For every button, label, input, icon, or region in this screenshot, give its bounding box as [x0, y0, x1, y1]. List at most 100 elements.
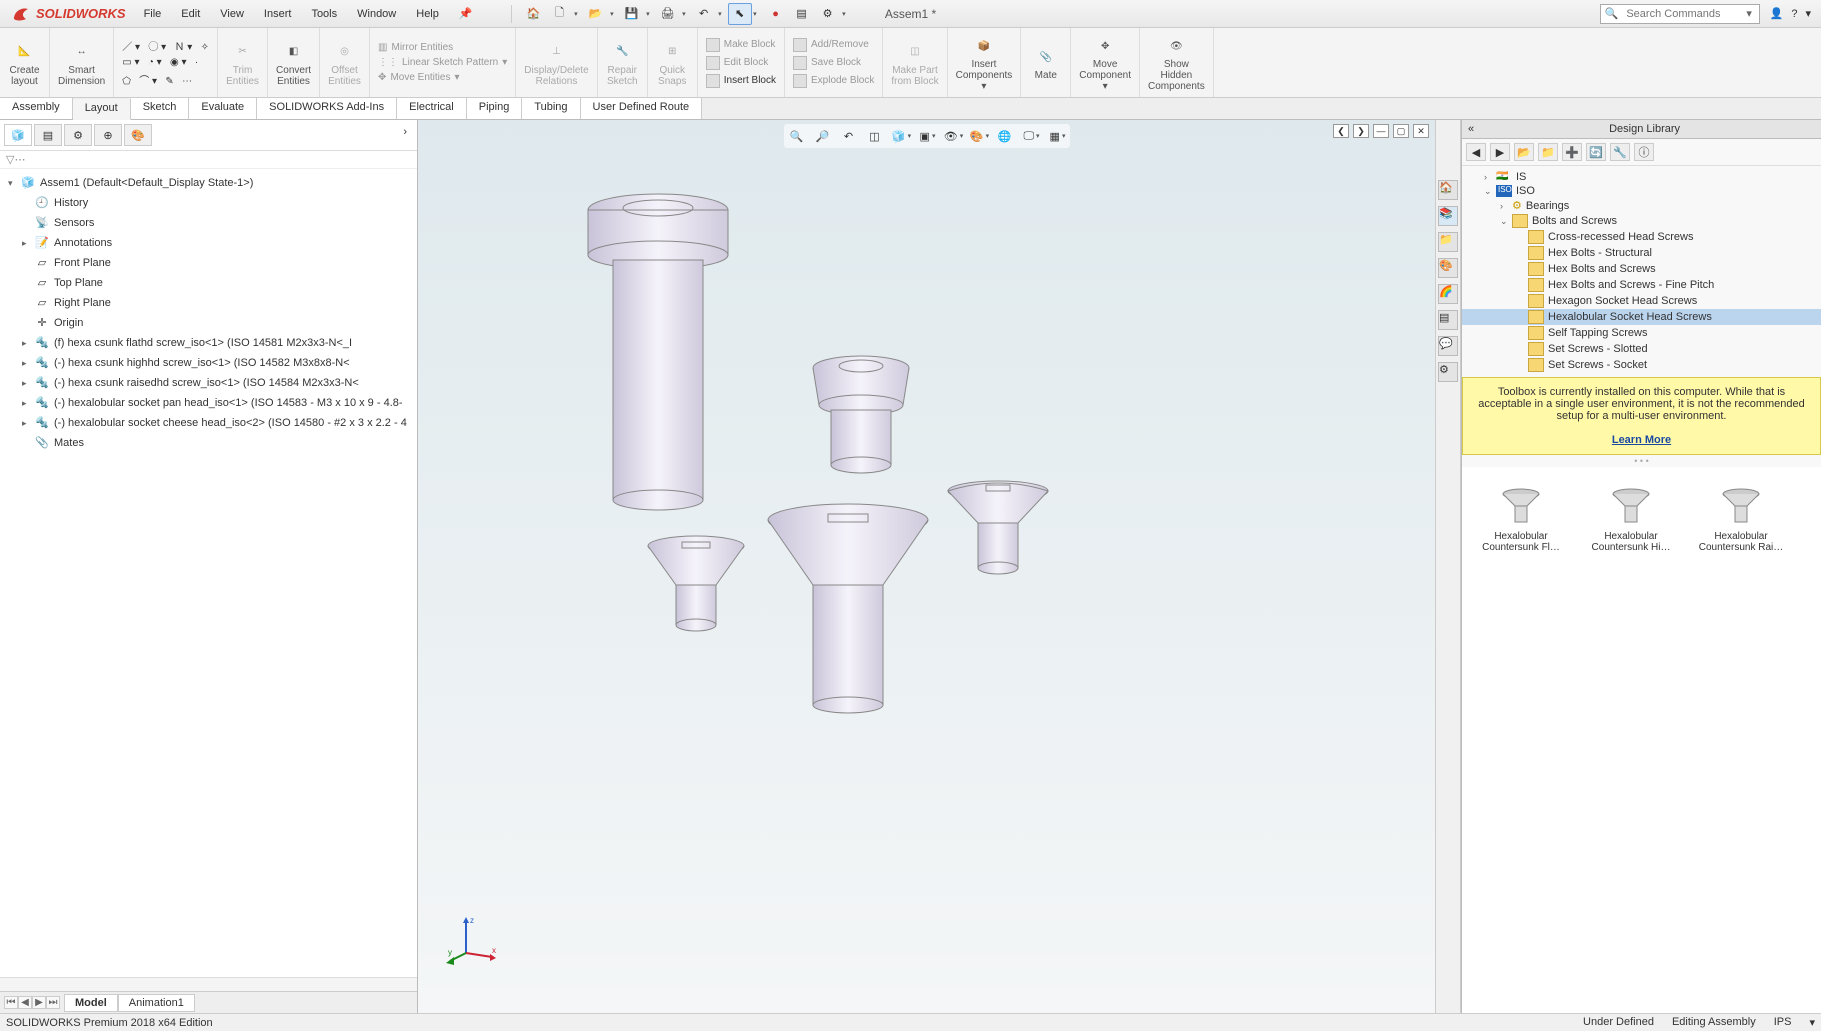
home-icon[interactable]: 🏠 — [522, 3, 546, 25]
home-tab-icon[interactable]: 🏠 — [1438, 180, 1458, 200]
win-next-icon[interactable]: ❯ — [1353, 124, 1369, 138]
tree-item[interactable]: 📡Sensors — [0, 213, 417, 233]
lib-node[interactable]: Hexalobular Socket Head Screws — [1462, 309, 1821, 325]
mate-button[interactable]: 📎Mate — [1021, 28, 1071, 97]
cmdtab-tubing[interactable]: Tubing — [522, 98, 580, 119]
tree-item[interactable]: ▸🔩(f) hexa csunk flathd screw_iso<1> (IS… — [0, 333, 417, 353]
select-icon[interactable]: ⬉ — [728, 3, 752, 25]
undo-icon[interactable]: ↶ — [692, 3, 716, 25]
help-dropdown-icon[interactable]: ▾ — [1805, 7, 1811, 20]
add-file-loc-icon[interactable]: 📂 — [1514, 143, 1534, 161]
info-icon[interactable]: ⓘ — [1634, 143, 1654, 161]
help-icon[interactable]: ? — [1791, 8, 1797, 20]
add-to-lib-icon[interactable]: ➕ — [1562, 143, 1582, 161]
lib-node[interactable]: Hex Bolts and Screws — [1462, 261, 1821, 277]
hide-show-icon[interactable]: 👁 — [942, 126, 964, 146]
zoom-area-icon[interactable]: 🔎 — [812, 126, 834, 146]
menu-help[interactable]: Help — [406, 0, 449, 28]
refresh-icon[interactable]: 🔄 — [1586, 143, 1606, 161]
lib-node[interactable]: Hex Bolts - Structural — [1462, 245, 1821, 261]
tree-item[interactable]: ▱Front Plane — [0, 253, 417, 273]
print-icon[interactable]: 🖨 — [656, 3, 680, 25]
tree-item[interactable]: ▸🔩(-) hexalobular socket pan head_iso<1>… — [0, 393, 417, 413]
horizontal-scrollbar[interactable] — [0, 977, 417, 991]
view-settings2-icon[interactable]: ▦ — [1046, 126, 1068, 146]
status-dropdown-icon[interactable]: ▾ — [1809, 1016, 1815, 1029]
smart-dimension-button[interactable]: ↔Smart Dimension — [50, 28, 114, 97]
line-tool[interactable]: ／ ▾ ◯ ▾ Ｎ ▾ ✧ — [120, 37, 211, 54]
insert-block[interactable]: Insert Block — [704, 73, 778, 89]
tree-item[interactable]: ▸🔩(-) hexalobular socket cheese head_iso… — [0, 413, 417, 433]
tab-model[interactable]: Model — [64, 994, 118, 1012]
panel-expand-icon[interactable]: › — [397, 124, 413, 146]
lib-node[interactable]: Hex Bolts and Screws - Fine Pitch — [1462, 277, 1821, 293]
tree-root[interactable]: ▾🧊Assem1 (Default<Default_Display State-… — [0, 173, 417, 193]
back-icon[interactable]: ◀ — [1466, 143, 1486, 161]
library-thumb[interactable]: Hexalobular Countersunk Rai… — [1696, 481, 1786, 999]
cmdtab-electrical[interactable]: Electrical — [397, 98, 467, 119]
tree-item[interactable]: ▸🔩(-) hexa csunk highhd screw_iso<1> (IS… — [0, 353, 417, 373]
poly-tool[interactable]: ⬠ ⌒ ▾ ✎ ⋯ — [120, 71, 211, 88]
nav-last[interactable]: ⏭ — [46, 996, 60, 1009]
view-settings-icon[interactable]: 🖵 — [1020, 126, 1042, 146]
insert-components-button[interactable]: 📦Insert Components▾ — [948, 28, 1022, 97]
dimxpert-tab[interactable]: ⊕ — [94, 124, 122, 146]
new-folder-icon[interactable]: 📁 — [1538, 143, 1558, 161]
nav-prev[interactable]: ◀ — [18, 996, 32, 1009]
save-icon[interactable]: 💾 — [620, 3, 644, 25]
lib-node[interactable]: Cross-recessed Head Screws — [1462, 229, 1821, 245]
library-thumb[interactable]: Hexalobular Countersunk Hi… — [1586, 481, 1676, 999]
win-prev-icon[interactable]: ❮ — [1333, 124, 1349, 138]
feature-tree-tab[interactable]: 🧊 — [4, 124, 32, 146]
lib-node[interactable]: Self Tapping Screws — [1462, 325, 1821, 341]
graphics-viewport[interactable]: 🔍 🔎 ↶ ◫ 🧊 ▣ 👁 🎨 🌐 🖵 ▦ ❮ ❯ — ▢ ✕ — [418, 120, 1435, 1013]
tab-animation[interactable]: Animation1 — [118, 994, 195, 1012]
cmdtab-sketch[interactable]: Sketch — [131, 98, 190, 119]
learn-more-link[interactable]: Learn More — [1612, 434, 1671, 446]
lib-node[interactable]: ›🇮🇳IS — [1462, 170, 1821, 184]
nav-next[interactable]: ▶ — [32, 996, 46, 1009]
pin-icon[interactable]: 📌 — [449, 0, 483, 28]
cmdtab-evaluate[interactable]: Evaluate — [189, 98, 257, 119]
lib-node[interactable]: Hexagon Socket Head Screws — [1462, 293, 1821, 309]
win-close-icon[interactable]: ✕ — [1413, 124, 1429, 138]
scene-icon[interactable]: 🌐 — [994, 126, 1016, 146]
lib-node[interactable]: ⌄Bolts and Screws — [1462, 213, 1821, 229]
display-style-icon[interactable]: ▣ — [916, 126, 938, 146]
tree-item[interactable]: 🕘History — [0, 193, 417, 213]
settings-icon[interactable]: ⚙ — [816, 3, 840, 25]
cmdtab-user-defined-route[interactable]: User Defined Route — [581, 98, 703, 119]
move-component-button[interactable]: ✥Move Component▾ — [1071, 28, 1140, 97]
section-view-icon[interactable]: ◫ — [864, 126, 886, 146]
tree-item[interactable]: ▸🔩(-) hexa csunk raisedhd screw_iso<1> (… — [0, 373, 417, 393]
extra-tab-icon[interactable]: ⚙ — [1438, 362, 1458, 382]
view-orient-icon[interactable]: 🧊 — [890, 126, 912, 146]
view-palette-tab-icon[interactable]: 🎨 — [1438, 258, 1458, 278]
toolbox-icon[interactable]: 🔧 — [1610, 143, 1630, 161]
new-icon[interactable]: 🗋 — [548, 3, 572, 25]
open-icon[interactable]: 📂 — [584, 3, 608, 25]
menu-tools[interactable]: Tools — [301, 0, 347, 28]
search-dropdown-icon[interactable]: ▾ — [1742, 7, 1756, 20]
user-icon[interactable]: 👤 — [1770, 7, 1784, 20]
file-explorer-tab-icon[interactable]: 📁 — [1438, 232, 1458, 252]
nav-first[interactable]: ⏮ — [4, 996, 18, 1009]
lib-node[interactable]: ›⚙Bearings — [1462, 198, 1821, 213]
menu-window[interactable]: Window — [347, 0, 406, 28]
zoom-fit-icon[interactable]: 🔍 — [786, 126, 808, 146]
menu-insert[interactable]: Insert — [254, 0, 302, 28]
options-list-icon[interactable]: ▤ — [790, 3, 814, 25]
tree-item[interactable]: ▱Right Plane — [0, 293, 417, 313]
cmdtab-layout[interactable]: Layout — [73, 99, 131, 120]
search-commands[interactable]: 🔍 ▾ — [1600, 4, 1760, 24]
rect-tool[interactable]: ▭ ▾ ◔ ▾ ◉ ▾ · — [120, 56, 211, 69]
appearances-tab-icon[interactable]: 🌈 — [1438, 284, 1458, 304]
tree-item[interactable]: ✛Origin — [0, 313, 417, 333]
design-library-tab-icon[interactable]: 📚 — [1438, 206, 1458, 226]
tree-item[interactable]: 📎Mates — [0, 433, 417, 453]
lib-node[interactable]: Set Screws - Socket — [1462, 357, 1821, 373]
create-layout-button[interactable]: 📐Create layout — [0, 28, 50, 97]
show-hidden-button[interactable]: 👁Show Hidden Components — [1140, 28, 1214, 97]
convert-entities-button[interactable]: ◧Convert Entities — [268, 28, 320, 97]
splitter-handle[interactable]: • • • — [1462, 455, 1821, 467]
